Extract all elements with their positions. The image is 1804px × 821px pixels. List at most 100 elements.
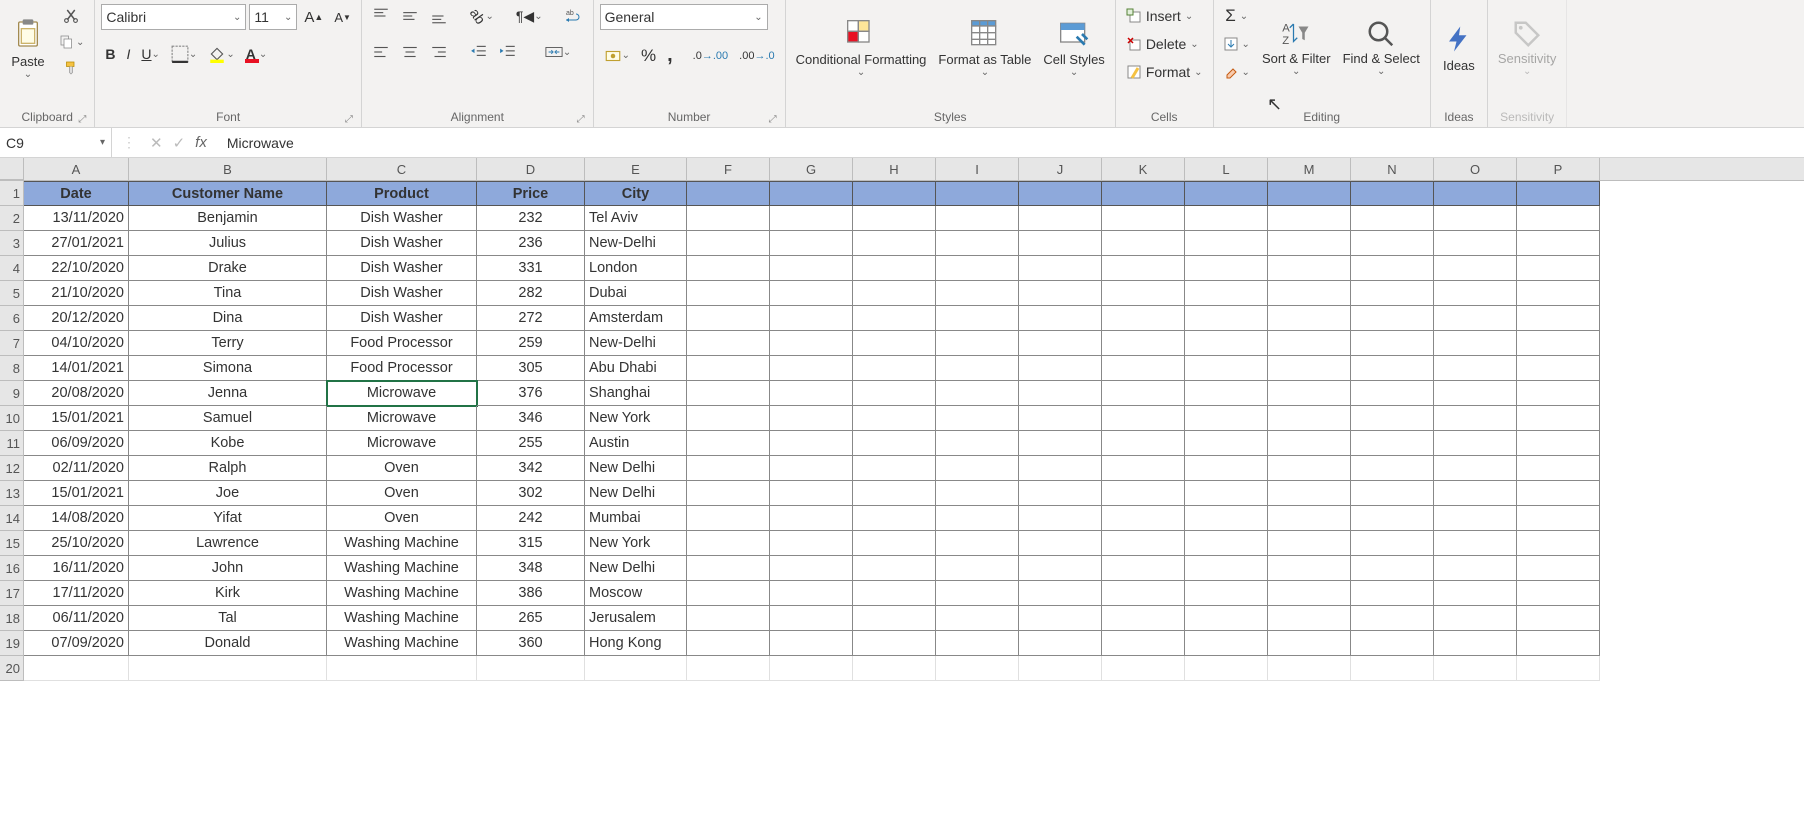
cell-E10[interactable]: New York [585, 406, 687, 431]
cell-I19[interactable] [936, 631, 1019, 656]
cell-N10[interactable] [1351, 406, 1434, 431]
orientation-button[interactable]: ab⌄ [466, 4, 498, 28]
cell-D4[interactable]: 331 [477, 256, 585, 281]
cell-N2[interactable] [1351, 206, 1434, 231]
cancel-formula-button[interactable]: ✕ [150, 134, 163, 152]
cell-B8[interactable]: Simona [129, 356, 327, 381]
row-header-13[interactable]: 13 [0, 481, 24, 506]
cell-A17[interactable]: 17/11/2020 [24, 581, 129, 606]
cell-A6[interactable]: 20/12/2020 [24, 306, 129, 331]
cell-B1[interactable]: Customer Name [129, 181, 327, 206]
cell-P7[interactable] [1517, 331, 1600, 356]
row-header-17[interactable]: 17 [0, 581, 24, 606]
cell-G3[interactable] [770, 231, 853, 256]
cell-H13[interactable] [853, 481, 936, 506]
cell-L7[interactable] [1185, 331, 1268, 356]
cell-D19[interactable]: 360 [477, 631, 585, 656]
cell-I7[interactable] [936, 331, 1019, 356]
cell-H16[interactable] [853, 556, 936, 581]
column-header-P[interactable]: P [1517, 158, 1600, 180]
cell-O18[interactable] [1434, 606, 1517, 631]
cell-D3[interactable]: 236 [477, 231, 585, 256]
cell-O2[interactable] [1434, 206, 1517, 231]
cell-J9[interactable] [1019, 381, 1102, 406]
cell-N1[interactable] [1351, 181, 1434, 206]
italic-button[interactable]: I [123, 42, 135, 66]
cell-N3[interactable] [1351, 231, 1434, 256]
row-header-1[interactable]: 1 [0, 181, 24, 206]
cell-K17[interactable] [1102, 581, 1185, 606]
clipboard-launcher[interactable]: ⤢ [78, 114, 86, 125]
cell-L20[interactable] [1185, 656, 1268, 681]
cell-H17[interactable] [853, 581, 936, 606]
cell-C20[interactable] [327, 656, 477, 681]
cell-F13[interactable] [687, 481, 770, 506]
row-header-2[interactable]: 2 [0, 206, 24, 231]
cell-E6[interactable]: Amsterdam [585, 306, 687, 331]
cell-I3[interactable] [936, 231, 1019, 256]
cell-K2[interactable] [1102, 206, 1185, 231]
cell-A1[interactable]: Date [24, 181, 129, 206]
cell-H15[interactable] [853, 531, 936, 556]
cell-G8[interactable] [770, 356, 853, 381]
cell-C17[interactable]: Washing Machine [327, 581, 477, 606]
align-middle-button[interactable] [397, 4, 423, 28]
cell-O15[interactable] [1434, 531, 1517, 556]
cell-B6[interactable]: Dina [129, 306, 327, 331]
cell-J2[interactable] [1019, 206, 1102, 231]
cell-C6[interactable]: Dish Washer [327, 306, 477, 331]
cell-C1[interactable]: Product [327, 181, 477, 206]
row-header-11[interactable]: 11 [0, 431, 24, 456]
increase-indent-button[interactable] [495, 40, 521, 64]
cell-G19[interactable] [770, 631, 853, 656]
cell-O14[interactable] [1434, 506, 1517, 531]
paste-button[interactable]: Paste ⌄ [6, 4, 50, 92]
cell-I20[interactable] [936, 656, 1019, 681]
cell-G2[interactable] [770, 206, 853, 231]
cell-P9[interactable] [1517, 381, 1600, 406]
cell-B10[interactable]: Samuel [129, 406, 327, 431]
comma-button[interactable]: , [663, 42, 677, 69]
cell-A14[interactable]: 14/08/2020 [24, 506, 129, 531]
cell-H12[interactable] [853, 456, 936, 481]
column-header-E[interactable]: E [585, 158, 687, 180]
cell-D14[interactable]: 242 [477, 506, 585, 531]
cell-E11[interactable]: Austin [585, 431, 687, 456]
percent-button[interactable]: % [637, 44, 660, 68]
cell-L5[interactable] [1185, 281, 1268, 306]
cell-C5[interactable]: Dish Washer [327, 281, 477, 306]
align-top-button[interactable] [368, 4, 394, 28]
cell-K9[interactable] [1102, 381, 1185, 406]
row-header-16[interactable]: 16 [0, 556, 24, 581]
cell-B9[interactable]: Jenna [129, 381, 327, 406]
cell-C16[interactable]: Washing Machine [327, 556, 477, 581]
cell-I15[interactable] [936, 531, 1019, 556]
cell-E2[interactable]: Tel Aviv [585, 206, 687, 231]
cell-A15[interactable]: 25/10/2020 [24, 531, 129, 556]
cell-M3[interactable] [1268, 231, 1351, 256]
cell-G12[interactable] [770, 456, 853, 481]
cell-F8[interactable] [687, 356, 770, 381]
column-header-M[interactable]: M [1268, 158, 1351, 180]
row-header-10[interactable]: 10 [0, 406, 24, 431]
cell-J15[interactable] [1019, 531, 1102, 556]
cell-I11[interactable] [936, 431, 1019, 456]
cell-A3[interactable]: 27/01/2021 [24, 231, 129, 256]
increase-font-button[interactable]: A▲ [300, 5, 327, 29]
cell-A4[interactable]: 22/10/2020 [24, 256, 129, 281]
cell-D9[interactable]: 376 [477, 381, 585, 406]
row-header-7[interactable]: 7 [0, 331, 24, 356]
cell-H11[interactable] [853, 431, 936, 456]
cell-M8[interactable] [1268, 356, 1351, 381]
cell-A11[interactable]: 06/09/2020 [24, 431, 129, 456]
cell-I2[interactable] [936, 206, 1019, 231]
cell-K7[interactable] [1102, 331, 1185, 356]
accounting-format-button[interactable]: ⌄ [600, 44, 634, 68]
cell-A20[interactable] [24, 656, 129, 681]
row-header-12[interactable]: 12 [0, 456, 24, 481]
cell-H6[interactable] [853, 306, 936, 331]
cell-A16[interactable]: 16/11/2020 [24, 556, 129, 581]
ideas-button[interactable]: Ideas [1437, 4, 1481, 92]
cell-O19[interactable] [1434, 631, 1517, 656]
cell-E12[interactable]: New Delhi [585, 456, 687, 481]
